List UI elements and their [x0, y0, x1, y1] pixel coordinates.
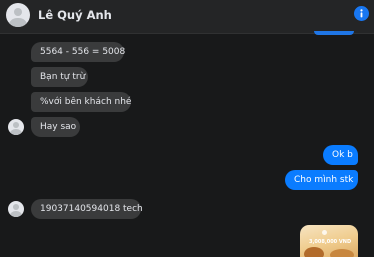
- message-bubble[interactable]: 5564 - 556 = 5008: [31, 42, 125, 62]
- image-message[interactable]: 3,008,000 VND: [300, 225, 358, 257]
- message-bubble[interactable]: Bạn tự trừ: [31, 67, 88, 87]
- avatar-body: [10, 210, 22, 217]
- avatar-body: [10, 128, 22, 135]
- sender-avatar[interactable]: [8, 119, 24, 135]
- message-bubble[interactable]: Cho mình stk: [285, 170, 358, 190]
- image-detail: [330, 249, 354, 257]
- avatar-head: [13, 7, 23, 17]
- image-logo: [322, 230, 327, 235]
- chat-header: Lê Quý Anh: [0, 0, 374, 34]
- sender-avatar[interactable]: [8, 201, 24, 217]
- message-bubble[interactable]: Hay sao: [31, 117, 80, 137]
- message-bubble[interactable]: %với bên khách nhé: [31, 92, 131, 112]
- message-bubble[interactable]: Ok b: [323, 145, 358, 165]
- contact-avatar[interactable]: [6, 3, 30, 27]
- avatar-body: [9, 17, 27, 27]
- chat-window: Lê Quý Anh 5564 - 556 = 5008 Bạn tự trừ …: [0, 0, 374, 257]
- image-detail: [304, 247, 324, 257]
- message-bubble[interactable]: 19037140594018 tech: [31, 199, 143, 219]
- avatar-head: [13, 122, 19, 128]
- avatar-head: [13, 204, 19, 210]
- previous-message-edge: [314, 31, 354, 35]
- contact-name[interactable]: Lê Quý Anh: [38, 7, 112, 23]
- image-caption: 3,008,000 VND: [309, 239, 352, 245]
- info-icon[interactable]: [354, 6, 369, 21]
